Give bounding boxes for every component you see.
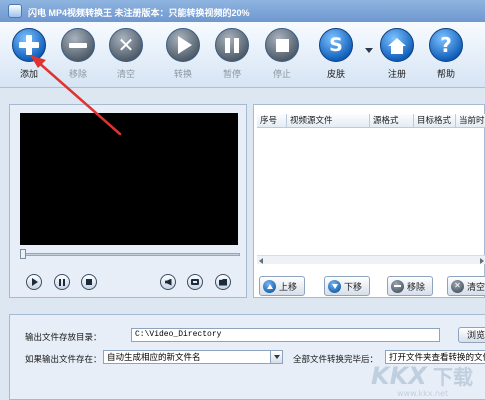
file-exists-select[interactable]: 自动生成相应的新文件名 (103, 350, 283, 364)
output-dir-field[interactable]: C:\Video_Directory (131, 328, 440, 342)
play-icon (166, 28, 200, 62)
title-bar: 闪电 MP4视频转换王 未注册版本：只能转换视频的20% (0, 0, 485, 22)
arrow-down-icon (328, 279, 341, 293)
browse-button[interactable]: 浏览 (458, 327, 485, 343)
convert-button[interactable]: 转换 (163, 28, 203, 80)
column-header-target-format[interactable]: 目标格式 (414, 114, 456, 127)
file-exists-label: 如果输出文件存在： (25, 354, 102, 364)
remove-button-label: 移除 (68, 69, 87, 79)
camera-icon (191, 279, 199, 285)
move-up-button[interactable]: 上移 (259, 276, 305, 296)
help-button[interactable]: ? 帮助 (426, 28, 466, 80)
arrow-up-icon (263, 279, 276, 293)
seek-thumb[interactable] (20, 249, 26, 259)
close-icon: ✕ (451, 279, 464, 293)
volume-icon (164, 278, 172, 286)
stop-icon (86, 279, 92, 285)
move-down-button[interactable]: 下移 (324, 276, 370, 296)
clear-button[interactable]: ✕ 清空 (106, 28, 146, 80)
preview-panel (9, 104, 247, 298)
after-convert-label: 全部文件转换完毕后： (293, 354, 379, 364)
stop-button-label: 停止 (272, 69, 291, 79)
preview-play-button[interactable] (26, 274, 42, 290)
chevron-down-icon[interactable] (270, 351, 282, 363)
minus-icon (61, 28, 95, 62)
toolbar: 添加 移除 ✕ 清空 转换 暂停 停止 S 皮肤 注册 ? 帮助 (0, 22, 485, 88)
home-icon (380, 28, 414, 62)
register-button[interactable]: 注册 (377, 28, 417, 80)
stop-icon (265, 28, 299, 62)
column-header-source-format[interactable]: 源格式 (370, 114, 414, 127)
help-button-label: 帮助 (436, 69, 455, 79)
play-icon (32, 278, 38, 286)
register-button-label: 注册 (387, 69, 406, 79)
convert-button-label: 转换 (173, 69, 192, 79)
remove-button[interactable]: 移除 (58, 28, 98, 80)
list-remove-button[interactable]: 移除 (387, 276, 433, 296)
scroll-right-icon[interactable] (480, 258, 484, 264)
svg-text:KKX: KKX (371, 362, 428, 390)
output-dir-label: 输出文件存放目录： (25, 332, 102, 342)
snapshot-button[interactable] (187, 274, 203, 290)
plus-icon (12, 28, 46, 62)
move-down-label: 下移 (344, 281, 363, 292)
list-clear-label: 清空 (467, 281, 485, 292)
window-title: 闪电 MP4视频转换王 未注册版本：只能转换视频的20% (28, 8, 250, 18)
skin-button[interactable]: S 皮肤 (316, 28, 356, 80)
clear-button-label: 清空 (116, 69, 135, 79)
kkx-watermark-logo: KKX 下载 www.kkx.net (371, 362, 473, 398)
pause-icon (215, 28, 249, 62)
add-button-label: 添加 (19, 69, 38, 79)
skin-icon: S (319, 28, 353, 62)
stop-button[interactable]: 停止 (262, 28, 302, 80)
column-header-current-time[interactable]: 当前时间 (456, 114, 485, 127)
preview-pause-button[interactable] (54, 274, 70, 290)
help-icon: ? (429, 28, 463, 62)
app-icon (8, 4, 22, 18)
list-remove-label: 移除 (407, 281, 426, 292)
open-folder-button[interactable] (215, 274, 231, 290)
move-up-label: 上移 (279, 281, 298, 292)
column-header-index[interactable]: 序号 (257, 114, 287, 127)
seek-bar[interactable] (22, 253, 240, 256)
file-list-header: 序号 视频源文件 源格式 目标格式 当前时间 (257, 114, 485, 128)
skin-button-label: 皮肤 (326, 69, 345, 79)
video-preview-screen (20, 113, 238, 245)
scroll-left-icon[interactable] (259, 258, 263, 264)
svg-text:下载: 下载 (433, 365, 473, 389)
folder-icon (219, 278, 227, 286)
pause-button-label: 暂停 (222, 69, 241, 79)
list-clear-button[interactable]: ✕ 清空 (447, 276, 485, 296)
file-exists-value: 自动生成相应的新文件名 (107, 352, 201, 362)
file-list-panel: 序号 视频源文件 源格式 目标格式 当前时间 上移 下移 移除 ✕ 清空 (253, 104, 485, 298)
add-button[interactable]: 添加 (9, 28, 49, 80)
horizontal-scrollbar[interactable] (257, 255, 485, 264)
svg-text:www.kkx.net: www.kkx.net (397, 389, 448, 398)
minus-icon (391, 279, 404, 293)
pause-button[interactable]: 暂停 (212, 28, 252, 80)
skin-dropdown-icon[interactable] (365, 48, 373, 53)
pause-icon (59, 278, 65, 286)
volume-button[interactable] (160, 274, 176, 290)
column-header-source-file[interactable]: 视频源文件 (287, 114, 370, 127)
close-icon: ✕ (109, 28, 143, 62)
preview-stop-button[interactable] (81, 274, 97, 290)
